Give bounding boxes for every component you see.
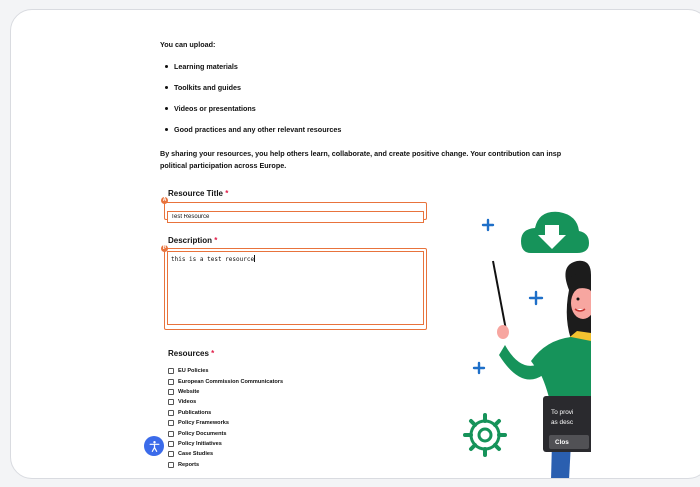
description-text: this is a test resource (171, 256, 255, 263)
cookie-banner: To provi as desc Clos (543, 396, 591, 452)
cookie-text: To provi as desc (551, 408, 573, 428)
cloud-download-icon (521, 211, 589, 253)
checkbox[interactable] (168, 430, 174, 437)
resource-option-label: Policy Initiatives (178, 440, 222, 447)
resource-option[interactable]: Reports (168, 460, 283, 470)
checkbox[interactable] (168, 378, 174, 385)
resource-title-label-text: Resource Title (168, 189, 223, 198)
resource-option-label: Publications (178, 409, 212, 416)
list-item: Toolkits and guides (160, 83, 341, 104)
accessibility-icon (149, 440, 159, 452)
list-item: Videos or presentations (160, 104, 341, 125)
required-asterisk: * (225, 189, 229, 198)
checkbox[interactable] (168, 368, 174, 375)
description-highlight: this is a test resource (164, 248, 427, 330)
resource-option[interactable]: Case Studies (168, 449, 283, 459)
resource-title-label: Resource Title * (168, 189, 228, 198)
resource-option-label: Website (178, 388, 200, 395)
sharing-line: By sharing your resources, you help othe… (160, 149, 562, 158)
resource-title-input[interactable] (167, 211, 424, 223)
resource-option[interactable]: Policy Frameworks (168, 418, 283, 428)
resource-option[interactable]: EU Policies (168, 366, 283, 376)
text-caret (254, 255, 256, 262)
resource-option-label: Reports (178, 461, 200, 468)
description-label-text: Description (168, 236, 213, 245)
resources-label: Resources * (168, 349, 214, 358)
resource-option[interactable]: Website (168, 387, 283, 397)
checkbox[interactable] (168, 440, 174, 447)
required-asterisk: * (214, 236, 218, 245)
cookie-text-line: To provi (551, 409, 574, 416)
accessibility-button[interactable] (144, 436, 164, 456)
resource-option-label: Policy Frameworks (178, 420, 229, 427)
resource-option-label: Policy Documents (178, 430, 227, 437)
resources-label-text: Resources (168, 349, 209, 358)
resources-checklist: EU Policies European Commission Communic… (168, 366, 283, 470)
upload-intro: You can upload: (160, 40, 216, 49)
cookie-close-button[interactable]: Clos (549, 435, 589, 449)
resource-option-label: Videos (178, 399, 197, 406)
resource-title-highlight (164, 202, 427, 223)
app-window: You can upload: Learning materials Toolk… (10, 9, 700, 479)
checkbox[interactable] (168, 399, 174, 406)
list-item: Good practices and any other relevant re… (160, 125, 341, 146)
sharing-paragraph: By sharing your resources, you help othe… (160, 148, 591, 172)
list-item: Learning materials (160, 62, 341, 83)
checkbox[interactable] (168, 420, 174, 427)
checkbox[interactable] (168, 388, 174, 395)
cookie-text-line: as desc (551, 419, 574, 426)
resource-option-label: EU Policies (178, 368, 209, 375)
checkbox[interactable] (168, 409, 174, 416)
resource-option[interactable]: European Commission Communicators (168, 376, 283, 386)
resource-option-label: Case Studies (178, 451, 214, 458)
description-label: Description * (168, 236, 217, 245)
resource-option[interactable]: Publications (168, 408, 283, 418)
required-asterisk: * (211, 349, 215, 358)
plus-icon (481, 218, 495, 232)
resource-option[interactable]: Policy Documents (168, 428, 283, 438)
sharing-line: political participation across Europe. (160, 161, 287, 170)
resource-option[interactable]: Videos (168, 397, 283, 407)
plus-icon (528, 290, 544, 306)
upload-type-list: Learning materials Toolkits and guides V… (160, 62, 341, 146)
gear-icon (463, 413, 507, 457)
plus-icon (472, 361, 486, 375)
resource-option-label: European Commission Communicators (178, 378, 284, 385)
resource-option[interactable]: Policy Initiatives (168, 439, 283, 449)
checkbox[interactable] (168, 451, 174, 458)
description-textarea[interactable]: this is a test resource (167, 251, 424, 325)
page-content: You can upload: Learning materials Toolk… (11, 10, 591, 478)
checkbox[interactable] (168, 461, 174, 468)
